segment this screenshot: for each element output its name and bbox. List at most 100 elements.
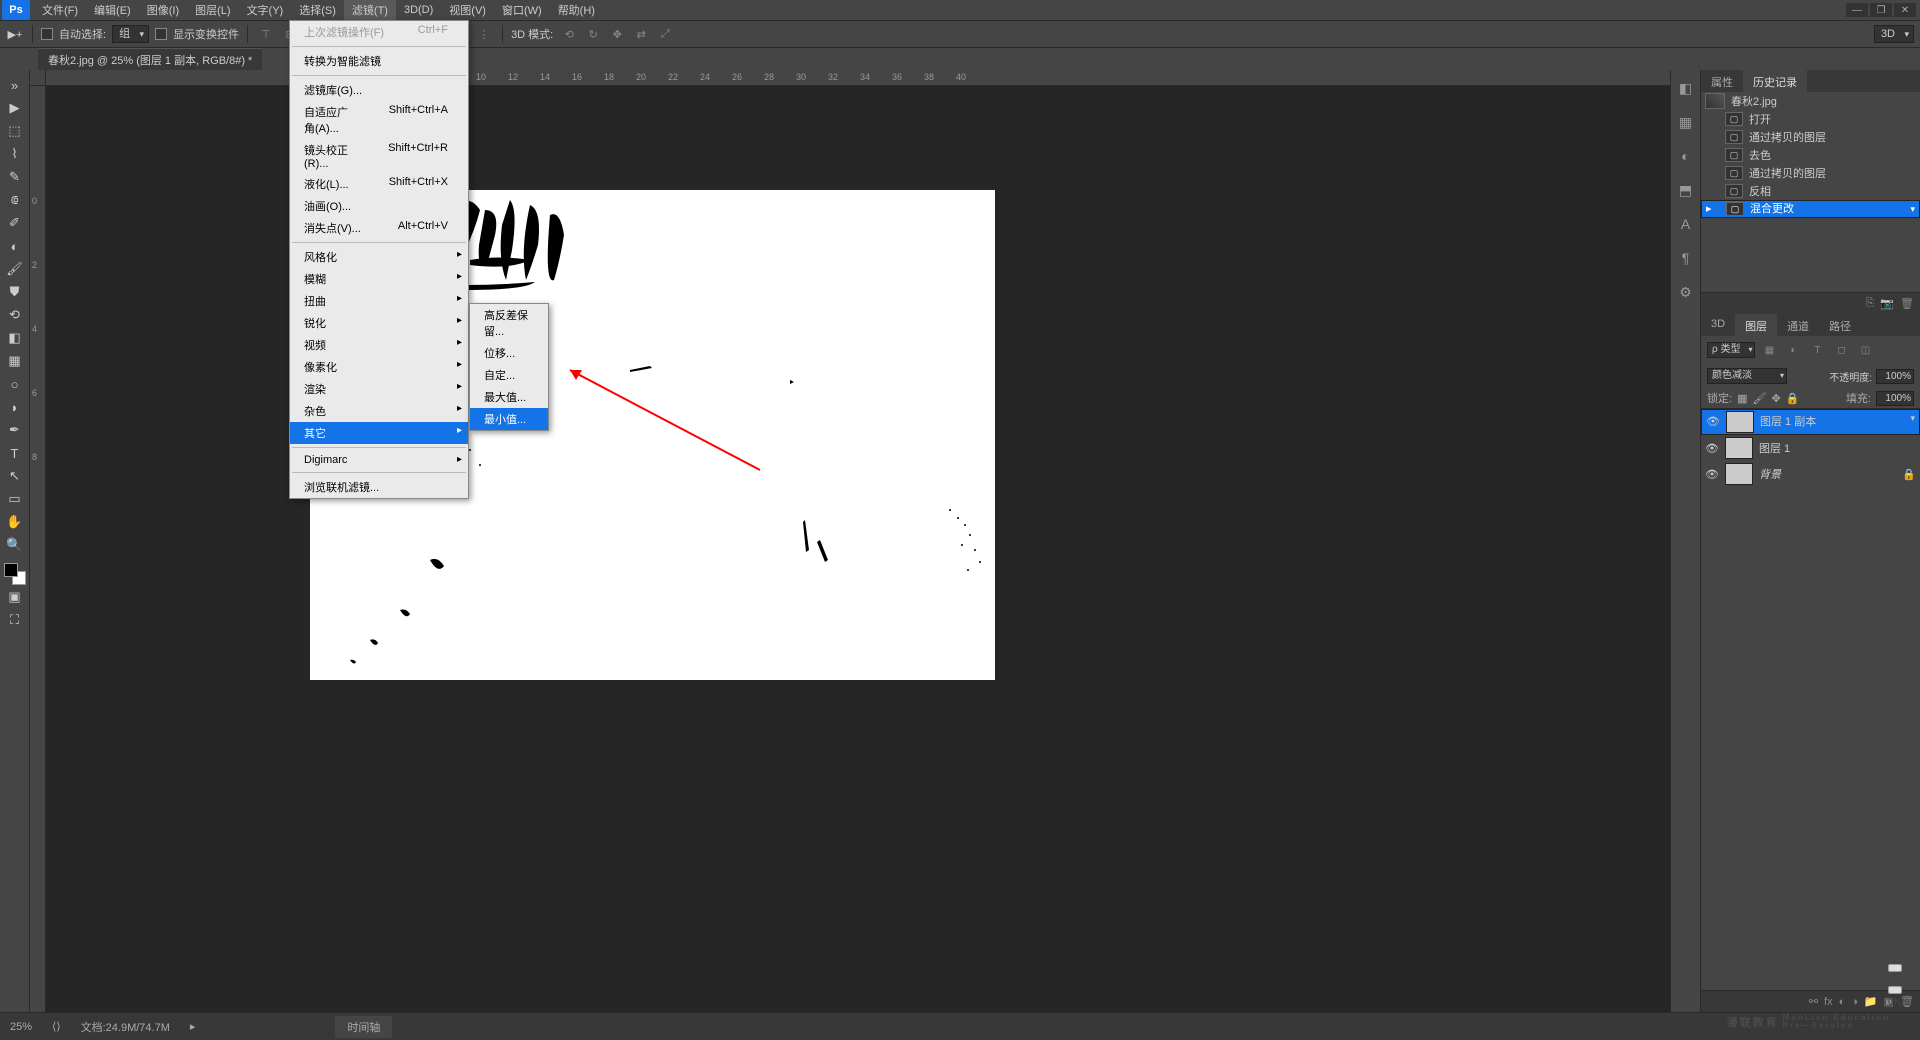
screenmode-tool[interactable]: ⛶ bbox=[3, 609, 27, 631]
submenu-offset[interactable]: 位移... bbox=[470, 342, 548, 364]
roll-icon[interactable]: ↻ bbox=[583, 24, 603, 44]
maximize-button[interactable]: ❐ bbox=[1870, 3, 1892, 17]
type-tool[interactable]: T bbox=[3, 442, 27, 464]
menu-browse-online[interactable]: 浏览联机滤镜... bbox=[290, 476, 468, 498]
blend-mode-dropdown[interactable]: 颜色减淡 bbox=[1707, 368, 1787, 384]
show-transform-checkbox[interactable] bbox=[155, 28, 167, 40]
menu-last-filter[interactable]: 上次滤镜操作(F)Ctrl+F bbox=[290, 21, 468, 43]
filter-pixel-icon[interactable]: ▦ bbox=[1759, 340, 1779, 360]
submenu-maximum[interactable]: 最大值... bbox=[470, 386, 548, 408]
menu-help[interactable]: 帮助(H) bbox=[550, 0, 603, 21]
stamp-tool[interactable]: ⛊ bbox=[3, 281, 27, 303]
menu-digimarc[interactable]: Digimarc bbox=[290, 451, 468, 469]
expand-icon[interactable]: » bbox=[3, 74, 27, 96]
auto-select-dropdown[interactable]: 组 bbox=[112, 25, 149, 43]
menu-filter[interactable]: 滤镜(T) bbox=[344, 0, 396, 21]
menu-video[interactable]: 视频 bbox=[290, 334, 468, 356]
distribute-icon-3[interactable]: ⋮ bbox=[474, 24, 494, 44]
group-icon[interactable]: 📁 bbox=[1864, 995, 1878, 1008]
workspace-dropdown[interactable]: 3D bbox=[1874, 25, 1914, 43]
menu-liquify[interactable]: 液化(L)...Shift+Ctrl+X bbox=[290, 173, 468, 195]
menu-distort[interactable]: 扭曲 bbox=[290, 290, 468, 312]
wand-tool[interactable]: ✎ bbox=[3, 166, 27, 188]
document-tab[interactable]: 春秋2.jpg @ 25% (图层 1 副本, RGB/8#) * bbox=[38, 48, 262, 71]
eyedropper-tool[interactable]: ✐ bbox=[3, 212, 27, 234]
submenu-custom[interactable]: 自定... bbox=[470, 364, 548, 386]
history-snapshot[interactable]: 春秋2.jpg bbox=[1701, 92, 1920, 110]
history-step-current[interactable]: ▸▢混合更改 bbox=[1701, 200, 1920, 218]
menu-view[interactable]: 视图(V) bbox=[441, 0, 494, 21]
menu-vanishing-point[interactable]: 消失点(V)...Alt+Ctrl+V bbox=[290, 217, 468, 239]
layer-row[interactable]: 👁 背景 🔒 bbox=[1701, 461, 1920, 487]
menu-sharpen[interactable]: 锐化 bbox=[290, 312, 468, 334]
menu-stylize[interactable]: 风格化 bbox=[290, 246, 468, 268]
tab-properties[interactable]: 属性 bbox=[1701, 70, 1743, 92]
swatches-icon[interactable]: ▦ bbox=[1676, 112, 1696, 132]
fill-input[interactable]: 100% bbox=[1876, 391, 1914, 406]
crop-tool[interactable]: ⟃ bbox=[3, 189, 27, 211]
quickmask-tool[interactable]: ▣ bbox=[3, 586, 27, 608]
layer-row[interactable]: 👁 图层 1 bbox=[1701, 435, 1920, 461]
kind-filter[interactable]: ρ 类型 bbox=[1707, 342, 1755, 358]
filter-type-icon[interactable]: T bbox=[1807, 340, 1827, 360]
zoom-tool[interactable]: 🔍 bbox=[3, 534, 27, 556]
menu-blur[interactable]: 模糊 bbox=[290, 268, 468, 290]
tab-timeline[interactable]: 时间轴 bbox=[335, 1016, 392, 1038]
visibility-icon[interactable]: 👁 bbox=[1706, 415, 1720, 429]
menu-image[interactable]: 图像(I) bbox=[139, 0, 187, 21]
history-new-icon[interactable]: 📷 bbox=[1880, 297, 1894, 310]
menu-other[interactable]: 其它 bbox=[290, 422, 468, 444]
character-icon[interactable]: A bbox=[1676, 214, 1696, 234]
filter-smart-icon[interactable]: ◫ bbox=[1855, 340, 1875, 360]
styles-icon[interactable]: ⬒ bbox=[1676, 180, 1696, 200]
submenu-minimum[interactable]: 最小值... bbox=[470, 408, 548, 430]
menu-smart-filter[interactable]: 转换为智能滤镜 bbox=[290, 50, 468, 72]
orbit-icon[interactable]: ⟲ bbox=[559, 24, 579, 44]
marquee-tool[interactable]: ⬚ bbox=[3, 120, 27, 142]
layer-row[interactable]: 👁 图层 1 副本 bbox=[1701, 409, 1920, 435]
menu-noise[interactable]: 杂色 bbox=[290, 400, 468, 422]
brush-tool[interactable]: 🖌 bbox=[3, 258, 27, 280]
menu-layer[interactable]: 图层(L) bbox=[187, 0, 238, 21]
lock-all-icon[interactable]: 🔒 bbox=[1786, 392, 1800, 405]
hand-tool[interactable]: ✋ bbox=[3, 511, 27, 533]
visibility-icon[interactable]: 👁 bbox=[1705, 468, 1719, 481]
submenu-highpass[interactable]: 高反差保留... bbox=[470, 304, 548, 342]
tab-layers[interactable]: 图层 bbox=[1735, 314, 1777, 336]
history-step[interactable]: ▢打开 bbox=[1701, 110, 1920, 128]
minimize-button[interactable]: — bbox=[1846, 3, 1868, 17]
history-step[interactable]: ▢通过拷贝的图层 bbox=[1701, 128, 1920, 146]
tab-channels[interactable]: 通道 bbox=[1777, 314, 1819, 336]
menu-edit[interactable]: 编辑(E) bbox=[86, 0, 139, 21]
menu-pixelate[interactable]: 像素化 bbox=[290, 356, 468, 378]
tab-history[interactable]: 历史记录 bbox=[1743, 70, 1807, 92]
pen-tool[interactable]: ✒ bbox=[3, 419, 27, 441]
history-brush-tool[interactable]: ⟲ bbox=[3, 304, 27, 326]
history-trash-icon[interactable]: 🗑 bbox=[1900, 297, 1914, 310]
lock-trans-icon[interactable]: ▦ bbox=[1737, 392, 1747, 405]
history-step[interactable]: ▢通过拷贝的图层 bbox=[1701, 164, 1920, 182]
lasso-tool[interactable]: ⌇ bbox=[3, 143, 27, 165]
filter-shape-icon[interactable]: ◻ bbox=[1831, 340, 1851, 360]
auto-select-checkbox[interactable] bbox=[41, 28, 53, 40]
menu-file[interactable]: 文件(F) bbox=[34, 0, 86, 21]
history-camera-icon[interactable]: ⎘ bbox=[1866, 297, 1875, 310]
color-swatch[interactable] bbox=[4, 563, 26, 585]
shape-tool[interactable]: ▭ bbox=[3, 488, 27, 510]
scrub-icon[interactable]: ⟨⟩ bbox=[52, 1020, 61, 1033]
filter-adj-icon[interactable]: ◐ bbox=[1783, 340, 1803, 360]
link-icon[interactable]: ⚯ bbox=[1809, 995, 1818, 1008]
tab-paths[interactable]: 路径 bbox=[1819, 314, 1861, 336]
gradient-tool[interactable]: ▦ bbox=[3, 350, 27, 372]
menu-adaptive-wide[interactable]: 自适应广角(A)...Shift+Ctrl+A bbox=[290, 101, 468, 139]
settings-icon[interactable]: ⚙ bbox=[1676, 282, 1696, 302]
slide-icon[interactable]: ⇄ bbox=[631, 24, 651, 44]
menu-3d[interactable]: 3D(D) bbox=[396, 1, 441, 19]
dodge-tool[interactable]: ◗ bbox=[3, 396, 27, 418]
blur-tool[interactable]: ○ bbox=[3, 373, 27, 395]
close-button[interactable]: ✕ bbox=[1894, 3, 1916, 17]
visibility-icon[interactable]: 👁 bbox=[1705, 442, 1719, 455]
path-tool[interactable]: ↖ bbox=[3, 465, 27, 487]
align-top-icon[interactable]: ⊤ bbox=[256, 24, 276, 44]
pan-icon[interactable]: ✥ bbox=[607, 24, 627, 44]
